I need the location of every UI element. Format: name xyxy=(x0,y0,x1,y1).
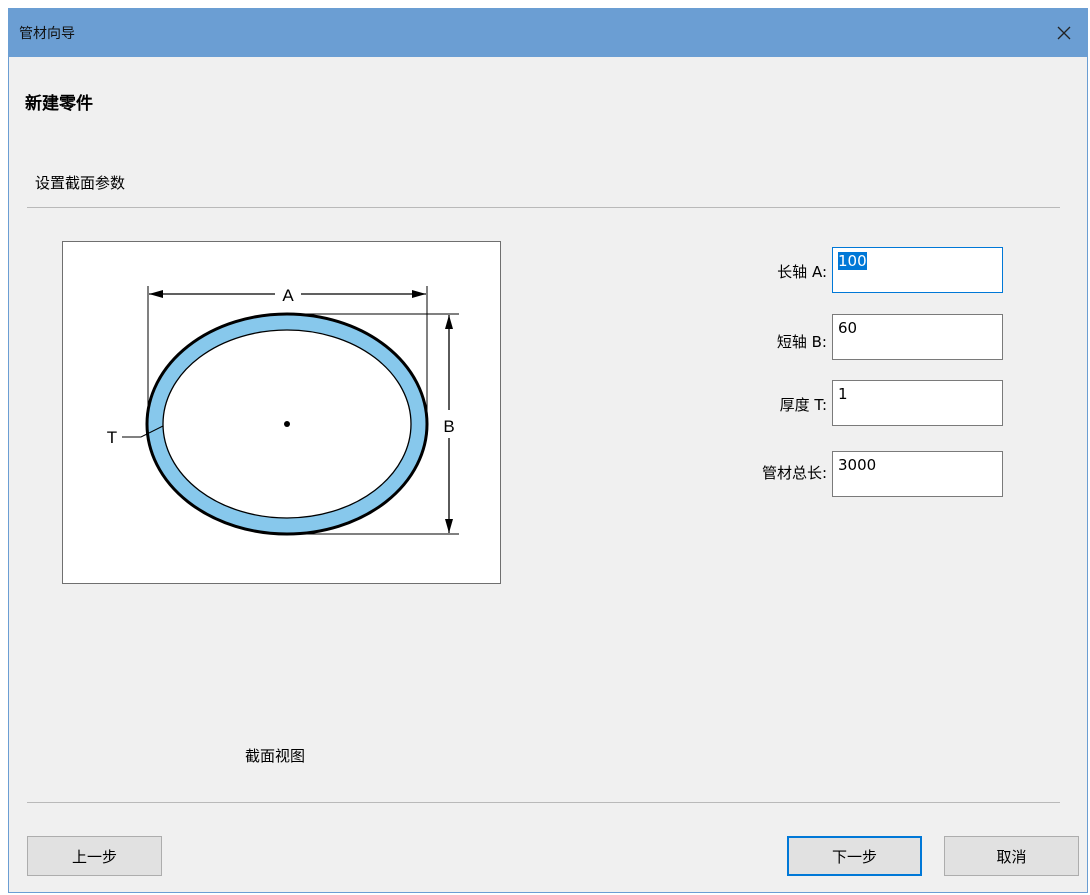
cancel-button[interactable]: 取消 xyxy=(944,836,1079,876)
page-heading: 新建零件 xyxy=(25,94,93,114)
major-axis-input[interactable]: 100 xyxy=(832,247,1003,293)
preview-caption: 截面视图 xyxy=(245,747,306,765)
total-length-label: 管材总长: xyxy=(761,464,827,482)
elliptical-tube-diagram: A B T xyxy=(107,286,459,536)
dim-a-label: A xyxy=(282,286,294,305)
next-button[interactable]: 下一步 xyxy=(787,836,922,876)
dim-a-arrow-left xyxy=(149,290,163,298)
close-icon xyxy=(1057,26,1071,40)
major-axis-label: 长轴 A: xyxy=(777,263,827,281)
title-bar[interactable]: 管材向导 xyxy=(9,9,1087,57)
dim-b-arrow-bottom xyxy=(445,519,453,533)
prev-button[interactable]: 上一步 xyxy=(27,836,162,876)
minor-axis-value: 60 xyxy=(838,319,858,337)
cross-section-preview: A B T xyxy=(62,241,501,584)
window-title: 管材向导 xyxy=(19,26,75,42)
top-divider xyxy=(27,207,1060,208)
minor-axis-label: 短轴 B: xyxy=(776,333,827,351)
dim-a-arrow-right xyxy=(412,290,426,298)
dim-b-arrow-top xyxy=(445,315,453,329)
major-axis-value: 100 xyxy=(838,252,867,270)
center-point xyxy=(284,421,290,427)
dim-b-label: B xyxy=(443,417,454,436)
wizard-window: 管材向导 新建零件 设置截面参数 A B T 截面视图 长轴 A: 100 短轴… xyxy=(8,8,1088,893)
bottom-divider xyxy=(27,802,1060,803)
thickness-input[interactable]: 1 xyxy=(832,380,1003,426)
thickness-value: 1 xyxy=(838,385,848,403)
total-length-value: 3000 xyxy=(838,456,877,474)
close-button[interactable] xyxy=(1041,9,1087,57)
page-subheading: 设置截面参数 xyxy=(35,174,126,192)
minor-axis-input[interactable]: 60 xyxy=(832,314,1003,360)
thickness-label: 厚度 T: xyxy=(779,396,827,414)
dim-t-label: T xyxy=(107,428,117,447)
total-length-input[interactable]: 3000 xyxy=(832,451,1003,497)
